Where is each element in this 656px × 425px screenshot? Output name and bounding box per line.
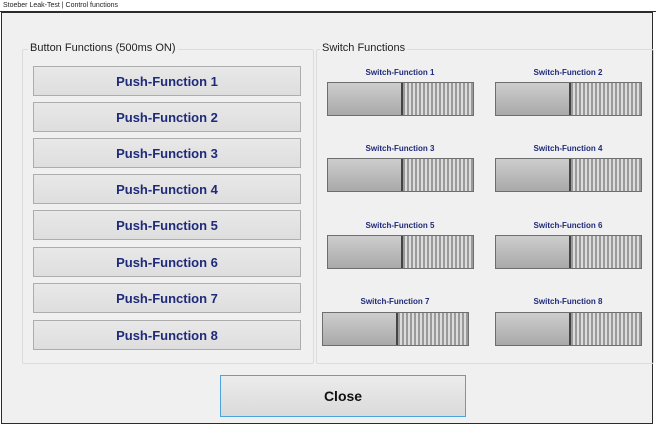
switch-knob xyxy=(401,83,473,115)
switch-knob xyxy=(396,313,468,345)
switch-knob xyxy=(401,236,473,268)
push-function-4-button[interactable]: Push-Function 4 xyxy=(33,174,301,204)
switch-function-6-toggle[interactable] xyxy=(495,235,642,269)
switch-knob xyxy=(569,83,641,115)
window-title: Stoeber Leak-Test | Control functions xyxy=(0,0,656,12)
push-function-8-button[interactable]: Push-Function 8 xyxy=(33,320,301,350)
switch-function-1-label: Switch-Function 1 xyxy=(365,68,435,77)
switch-function-5-toggle[interactable] xyxy=(327,235,474,269)
switch-function-4-label: Switch-Function 4 xyxy=(533,144,603,153)
switch-function-7-label: Switch-Function 7 xyxy=(360,297,430,306)
switch-function-5-label: Switch-Function 5 xyxy=(365,221,435,230)
button-functions-group xyxy=(22,49,314,364)
switch-knob xyxy=(569,313,641,345)
push-function-2-button[interactable]: Push-Function 2 xyxy=(33,102,301,132)
switch-function-2-label: Switch-Function 2 xyxy=(533,68,603,77)
switch-function-8-label: Switch-Function 8 xyxy=(533,297,603,306)
close-button[interactable]: Close xyxy=(220,375,466,417)
switch-function-2-toggle[interactable] xyxy=(495,82,642,116)
switch-knob xyxy=(569,159,641,191)
push-function-3-button[interactable]: Push-Function 3 xyxy=(33,138,301,168)
push-function-6-button[interactable]: Push-Function 6 xyxy=(33,247,301,277)
switch-function-7-toggle[interactable] xyxy=(322,312,469,346)
switch-functions-title: Switch Functions xyxy=(320,42,408,54)
push-function-7-button[interactable]: Push-Function 7 xyxy=(33,283,301,313)
switch-function-8-toggle[interactable] xyxy=(495,312,642,346)
button-functions-title: Button Functions (500ms ON) xyxy=(28,42,178,54)
push-function-5-button[interactable]: Push-Function 5 xyxy=(33,210,301,240)
switch-function-1-toggle[interactable] xyxy=(327,82,474,116)
push-function-1-button[interactable]: Push-Function 1 xyxy=(33,66,301,96)
switch-function-3-toggle[interactable] xyxy=(327,158,474,192)
switch-knob xyxy=(401,159,473,191)
switch-function-3-label: Switch-Function 3 xyxy=(365,144,435,153)
switch-function-4-toggle[interactable] xyxy=(495,158,642,192)
switch-knob xyxy=(569,236,641,268)
switch-function-6-label: Switch-Function 6 xyxy=(533,221,603,230)
